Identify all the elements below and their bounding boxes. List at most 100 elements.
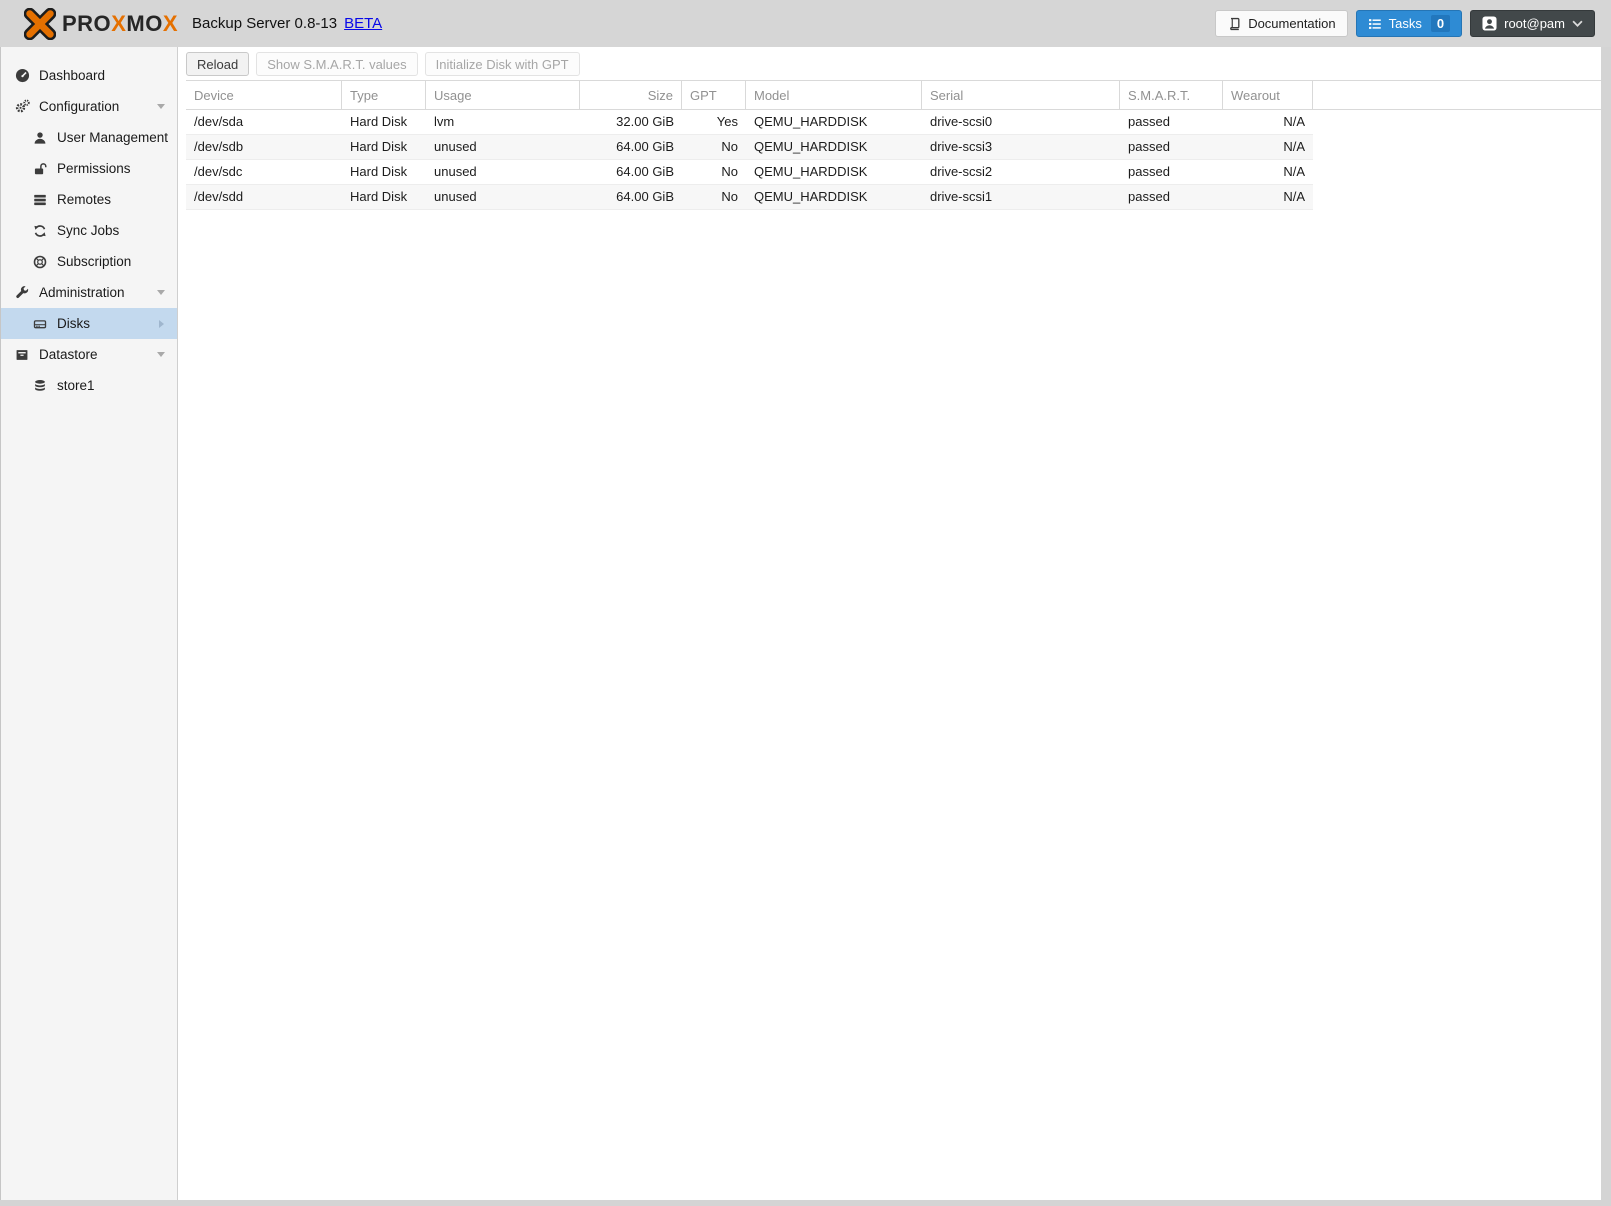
cell-wearout: N/A — [1283, 164, 1305, 179]
column-header-gpt[interactable]: GPT — [682, 81, 746, 109]
cell-usage: unused — [434, 189, 477, 204]
cell-model: QEMU_HARDDISK — [754, 139, 868, 154]
toolbar: Reload Show S.M.A.R.T. values Initialize… — [178, 47, 1601, 80]
sidebar-item-label: Configuration — [39, 99, 120, 114]
sidebar-item-permissions[interactable]: Permissions — [1, 153, 177, 184]
column-header-smart[interactable]: S.M.A.R.T. — [1120, 81, 1223, 109]
cell-serial: drive-scsi2 — [930, 164, 993, 179]
cell-model: QEMU_HARDDISK — [754, 114, 868, 129]
cell-type: Hard Disk — [350, 164, 408, 179]
user-icon — [1482, 16, 1497, 31]
initialize-disk-gpt-button: Initialize Disk with GPT — [424, 52, 580, 76]
table-row[interactable]: /dev/sdd Hard Disk unused 64.00 GiB No Q… — [186, 185, 1313, 210]
app-frame: Dashboard Configuration User Management — [0, 47, 1601, 1200]
cell-size: 64.00 GiB — [616, 164, 674, 179]
table-row[interactable]: /dev/sdc Hard Disk unused 64.00 GiB No Q… — [186, 160, 1313, 185]
chevron-right-icon — [159, 319, 164, 328]
column-header-model[interactable]: Model — [746, 81, 922, 109]
user-menu-button[interactable]: root@pam — [1470, 10, 1595, 37]
show-smart-values-button: Show S.M.A.R.T. values — [256, 52, 418, 76]
table-row[interactable]: /dev/sda Hard Disk lvm 32.00 GiB Yes QEM… — [186, 110, 1313, 135]
cell-size: 64.00 GiB — [616, 139, 674, 154]
beta-link[interactable]: BETA — [344, 15, 382, 32]
sidebar-item-label: User Management — [57, 130, 169, 145]
sidebar-item-datastore[interactable]: Datastore — [1, 339, 177, 370]
table-header: Device Type Usage Size GPT Model Serial … — [186, 80, 1601, 110]
database-icon — [30, 379, 50, 393]
sidebar-item-subscription[interactable]: Subscription — [1, 246, 177, 277]
column-header-wearout[interactable]: Wearout — [1223, 81, 1313, 109]
cell-smart: passed — [1128, 164, 1170, 179]
collapse-arrow-icon[interactable] — [157, 104, 165, 109]
cell-model: QEMU_HARDDISK — [754, 189, 868, 204]
tasks-label: Tasks — [1388, 16, 1422, 31]
main-content: Reload Show S.M.A.R.T. values Initialize… — [178, 47, 1601, 1200]
cell-type: Hard Disk — [350, 139, 408, 154]
gears-icon — [12, 99, 32, 114]
table-row[interactable]: /dev/sdb Hard Disk unused 64.00 GiB No Q… — [186, 135, 1313, 160]
cell-device: /dev/sdc — [194, 164, 243, 179]
life-ring-icon — [30, 255, 50, 269]
sidebar-item-administration[interactable]: Administration — [1, 277, 177, 308]
cell-device: /dev/sda — [194, 114, 244, 129]
cell-size: 32.00 GiB — [616, 114, 674, 129]
documentation-button[interactable]: Documentation — [1215, 10, 1348, 37]
sidebar-item-label: Subscription — [57, 254, 132, 269]
sync-icon — [30, 224, 50, 238]
sidebar: Dashboard Configuration User Management — [1, 47, 178, 1200]
sidebar-item-remotes[interactable]: Remotes — [1, 184, 177, 215]
collapse-arrow-icon[interactable] — [157, 290, 165, 295]
sidebar-item-disks[interactable]: Disks — [1, 308, 177, 339]
sidebar-item-label: Sync Jobs — [57, 223, 120, 238]
column-header-size[interactable]: Size — [580, 81, 682, 109]
reload-button[interactable]: Reload — [186, 52, 250, 76]
cell-wearout: N/A — [1283, 189, 1305, 204]
cell-device: /dev/sdb — [194, 139, 244, 154]
column-header-usage[interactable]: Usage — [426, 81, 580, 109]
sidebar-item-label: Disks — [57, 316, 90, 331]
server-bars-icon — [30, 193, 50, 207]
column-header-type[interactable]: Type — [342, 81, 426, 109]
tasks-button[interactable]: Tasks 0 — [1355, 10, 1463, 37]
cell-usage: lvm — [434, 114, 455, 129]
sidebar-item-dashboard[interactable]: Dashboard — [1, 60, 177, 91]
unlock-icon — [30, 162, 50, 176]
cell-gpt: No — [721, 164, 738, 179]
user-label: root@pam — [1504, 16, 1565, 31]
cell-gpt: No — [721, 189, 738, 204]
documentation-label: Documentation — [1248, 16, 1336, 31]
cell-smart: passed — [1128, 189, 1170, 204]
collapse-arrow-icon[interactable] — [157, 352, 165, 357]
tasks-count-badge: 0 — [1430, 15, 1451, 32]
sidebar-item-label: Administration — [39, 285, 125, 300]
cell-serial: drive-scsi0 — [930, 114, 993, 129]
app-title: Backup Server 0.8-13 — [192, 15, 338, 32]
disks-table: Device Type Usage Size GPT Model Serial … — [186, 80, 1601, 1200]
sidebar-item-sync-jobs[interactable]: Sync Jobs — [1, 215, 177, 246]
column-header-device[interactable]: Device — [186, 81, 342, 109]
cell-gpt: Yes — [716, 114, 738, 129]
proxmox-wordmark: PROXMOX — [62, 10, 179, 36]
cell-size: 64.00 GiB — [616, 189, 674, 204]
cell-smart: passed — [1128, 139, 1170, 154]
sidebar-item-user-management[interactable]: User Management — [1, 122, 177, 153]
cell-device: /dev/sdd — [194, 189, 244, 204]
sidebar-item-store1[interactable]: store1 — [1, 370, 177, 401]
cell-usage: unused — [434, 164, 477, 179]
column-header-serial[interactable]: Serial — [922, 81, 1120, 109]
cell-gpt: No — [721, 139, 738, 154]
user-icon — [30, 131, 50, 145]
sidebar-item-configuration[interactable]: Configuration — [1, 91, 177, 122]
sidebar-item-label: Dashboard — [39, 68, 106, 83]
cell-wearout: N/A — [1283, 139, 1305, 154]
cell-model: QEMU_HARDDISK — [754, 164, 868, 179]
table-body: /dev/sda Hard Disk lvm 32.00 GiB Yes QEM… — [186, 110, 1601, 210]
sidebar-item-label: Permissions — [57, 161, 131, 176]
sidebar-item-label: Datastore — [39, 347, 98, 362]
proxmox-logo: PROXMOX — [24, 7, 179, 40]
task-list-icon — [1368, 18, 1381, 29]
dashboard-icon — [12, 68, 32, 83]
book-icon — [1230, 17, 1240, 30]
hard-disk-icon — [30, 317, 50, 331]
top-header: PROXMOX Backup Server 0.8-13 BETA Docume… — [0, 0, 1611, 47]
